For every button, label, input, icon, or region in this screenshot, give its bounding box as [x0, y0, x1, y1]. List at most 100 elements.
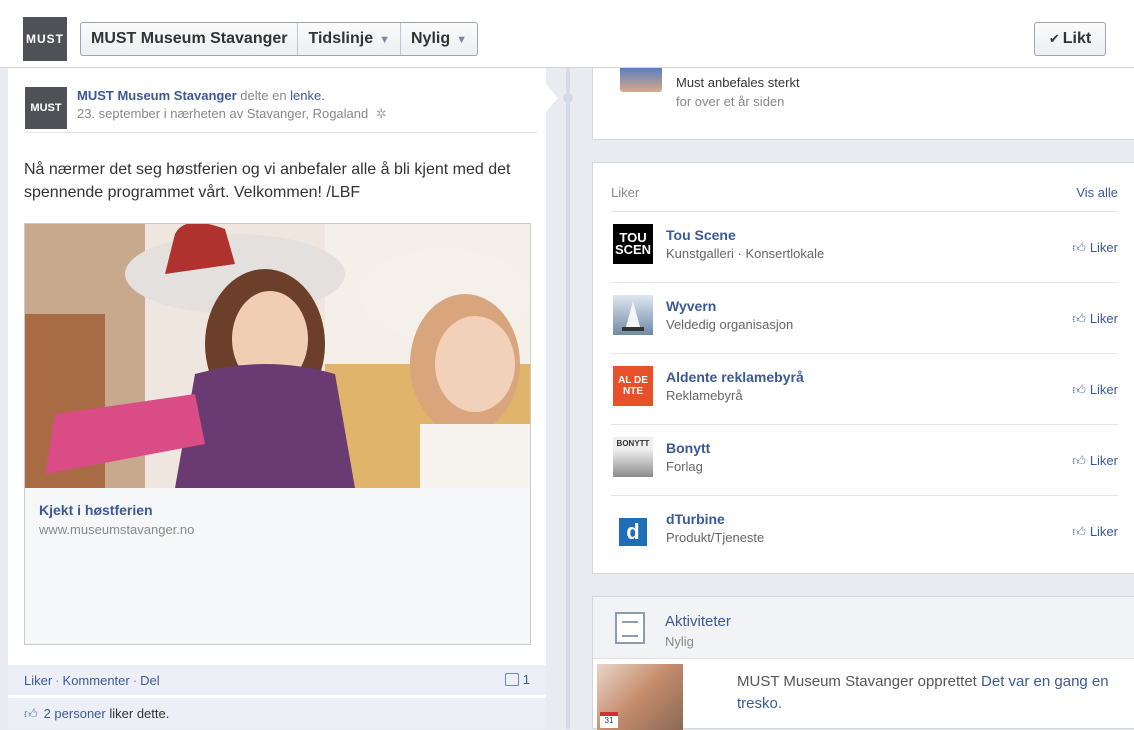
link-preview-card[interactable]: Kjekt i høstferien www.museumstavanger.n…	[24, 223, 531, 645]
chevron-down-icon: ▼	[379, 34, 390, 46]
like-item-category: Veldedig organisasjon	[666, 317, 794, 332]
like-item-tou-scene: TOU SCEN Tou Scene Kunstgalleri · Konser…	[611, 211, 1118, 282]
separator-dot: ·	[132, 673, 138, 688]
timeline-post: MUST MUST Museum Stavanger delte en lenk…	[8, 68, 546, 729]
tou-scene-logo[interactable]: TOU SCEN	[613, 224, 653, 264]
post-date[interactable]: 23. september i nærheten av Stavanger, R…	[77, 106, 368, 121]
dturbine-logo[interactable]: d	[613, 508, 653, 548]
like-item-name[interactable]: Bonytt	[666, 440, 710, 456]
thumbs-up-icon: 👍︎	[1072, 453, 1086, 468]
post-likes-summary: 👍︎ 2 personer liker dette.	[8, 698, 546, 729]
link-preview-title[interactable]: Kjekt i høstferien	[39, 502, 153, 518]
post-meta: MUST Museum Stavanger delte en lenke. 23…	[77, 87, 387, 123]
gear-icon[interactable]: ✲	[376, 106, 387, 121]
activity-title[interactable]: Aktiviteter	[665, 613, 731, 630]
bonytt-logo[interactable]: BONYTT	[613, 437, 653, 477]
post-actions: Liker · Kommenter · Del	[24, 673, 160, 688]
post-pointer-arrow	[546, 84, 558, 112]
recent-label: Nylig	[410, 30, 451, 47]
activity-subtitle: Nylig	[665, 634, 694, 649]
review-content: Must anbefales sterkt for over et år sid…	[676, 73, 800, 111]
like-label: Liker	[1089, 240, 1118, 255]
page-name-button[interactable]: MUST Museum Stavanger	[81, 23, 299, 55]
like-item-name[interactable]: Tou Scene	[666, 227, 736, 243]
thumbs-up-icon: 👍︎	[1072, 382, 1086, 397]
like-page-button[interactable]: 👍︎ Liker	[1072, 311, 1118, 327]
ship-icon	[622, 301, 644, 331]
activity-log-icon	[615, 612, 645, 644]
like-item-category: Kunstgalleri · Konsertlokale	[666, 246, 825, 261]
post-shared-link[interactable]: lenke.	[290, 88, 325, 103]
calendar-icon: 31	[600, 712, 618, 728]
like-item-name[interactable]: Aldente reklamebyrå	[666, 369, 804, 385]
comment-count[interactable]: 1	[504, 672, 530, 687]
calendar-day: 31	[604, 716, 614, 725]
reviewer-avatar[interactable]	[620, 68, 662, 92]
share-action[interactable]: Del	[140, 673, 160, 688]
separator-dot: ·	[55, 673, 60, 688]
comment-icon	[504, 673, 519, 686]
avatar-text: MUST	[30, 102, 62, 114]
thumbs-up-icon: 👍︎	[1072, 240, 1086, 255]
thumbs-up-icon: 👍︎	[1072, 524, 1086, 539]
like-label: Liker	[1089, 524, 1118, 539]
like-item-dturbine: d dTurbine Produkt/Tjeneste 👍︎ Liker	[611, 495, 1118, 566]
aldente-logo[interactable]: AL DE NTE	[613, 366, 653, 406]
like-item-name[interactable]: dTurbine	[666, 511, 725, 527]
post-author-avatar[interactable]: MUST	[25, 87, 67, 129]
review-text: Must anbefales sterkt	[676, 75, 800, 90]
likes-box: Liker Vis alle TOU SCEN Tou Scene Kunstg…	[592, 162, 1134, 574]
thumbs-up-icon: 👍︎	[24, 706, 38, 721]
like-item-category: Forlag	[666, 459, 703, 474]
comment-action[interactable]: Kommenter	[63, 673, 130, 688]
activity-text: MUST Museum Stavanger opprettet Det var …	[737, 671, 1117, 715]
liked-button[interactable]: ✔ Likt	[1034, 22, 1106, 56]
likes-suffix: liker dette.	[109, 706, 170, 721]
post-action-bar: Liker · Kommenter · Del 1	[8, 665, 546, 695]
activity-event-thumbnail[interactable]: 31	[597, 664, 683, 730]
likers-link[interactable]: 2 personer	[44, 706, 106, 721]
thumbs-up-icon: 👍︎	[1072, 311, 1086, 326]
post-author-link[interactable]: MUST Museum Stavanger	[77, 88, 237, 103]
children-photo	[25, 224, 530, 488]
timeline-dot	[563, 93, 573, 103]
checkmark-icon: ✔	[1048, 31, 1060, 46]
page-logo[interactable]: MUST	[23, 17, 67, 61]
page-header-bar: MUST MUST Museum Stavanger Tidslinje ▼ Ny…	[0, 0, 1134, 68]
link-preview-image[interactable]	[25, 224, 530, 488]
liked-label: Likt	[1062, 30, 1092, 47]
review-time: for over et år siden	[676, 94, 785, 109]
see-all-link[interactable]: Vis alle	[1076, 185, 1118, 200]
like-label: Liker	[1089, 382, 1118, 397]
like-action[interactable]: Liker	[24, 673, 52, 688]
post-text: Nå nærmer det seg høstferien og vi anbef…	[24, 161, 511, 201]
like-page-button[interactable]: 👍︎ Liker	[1072, 240, 1118, 256]
post-header: MUST MUST Museum Stavanger delte en lenk…	[25, 85, 537, 133]
recent-dropdown-button[interactable]: Nylig ▼	[401, 23, 477, 55]
wyvern-logo[interactable]	[613, 295, 653, 335]
like-item-category: Reklamebyrå	[666, 388, 743, 403]
likes-header: Liker Vis alle	[611, 185, 1118, 200]
timeline-label: Tidslinje	[308, 30, 374, 47]
like-page-button[interactable]: 👍︎ Liker	[1072, 382, 1118, 398]
chevron-down-icon: ▼	[456, 34, 467, 46]
like-item-name[interactable]: Wyvern	[666, 298, 716, 314]
activity-text-prefix: MUST Museum Stavanger opprettet	[737, 673, 977, 690]
page-name-label: MUST Museum Stavanger	[91, 30, 288, 47]
logo-text: d	[619, 518, 647, 546]
timeline-spine	[566, 68, 570, 729]
timeline-dropdown-button[interactable]: Tidslinje ▼	[298, 23, 401, 55]
like-page-button[interactable]: 👍︎ Liker	[1072, 453, 1118, 469]
like-item-wyvern: Wyvern Veldedig organisasjon 👍︎ Liker	[611, 282, 1118, 353]
header-button-group: MUST Museum Stavanger Tidslinje ▼ Nylig ▼	[80, 22, 478, 56]
review-box: Must anbefales sterkt for over et år sid…	[592, 68, 1134, 140]
activity-box: Aktiviteter Nylig 31 MUST Museum Stavang…	[592, 596, 1134, 730]
link-preview-url: www.museumstavanger.no	[39, 522, 195, 537]
like-label: Liker	[1089, 453, 1118, 468]
like-label: Liker	[1089, 311, 1118, 326]
likes-summary-text: 👍︎ 2 personer liker dette.	[24, 706, 169, 722]
like-item-bonytt: BONYTT Bonytt Forlag 👍︎ Liker	[611, 424, 1118, 495]
comment-count-value: 1	[522, 672, 530, 687]
like-page-button[interactable]: 👍︎ Liker	[1072, 524, 1118, 540]
logo-text: MUST	[26, 32, 64, 46]
